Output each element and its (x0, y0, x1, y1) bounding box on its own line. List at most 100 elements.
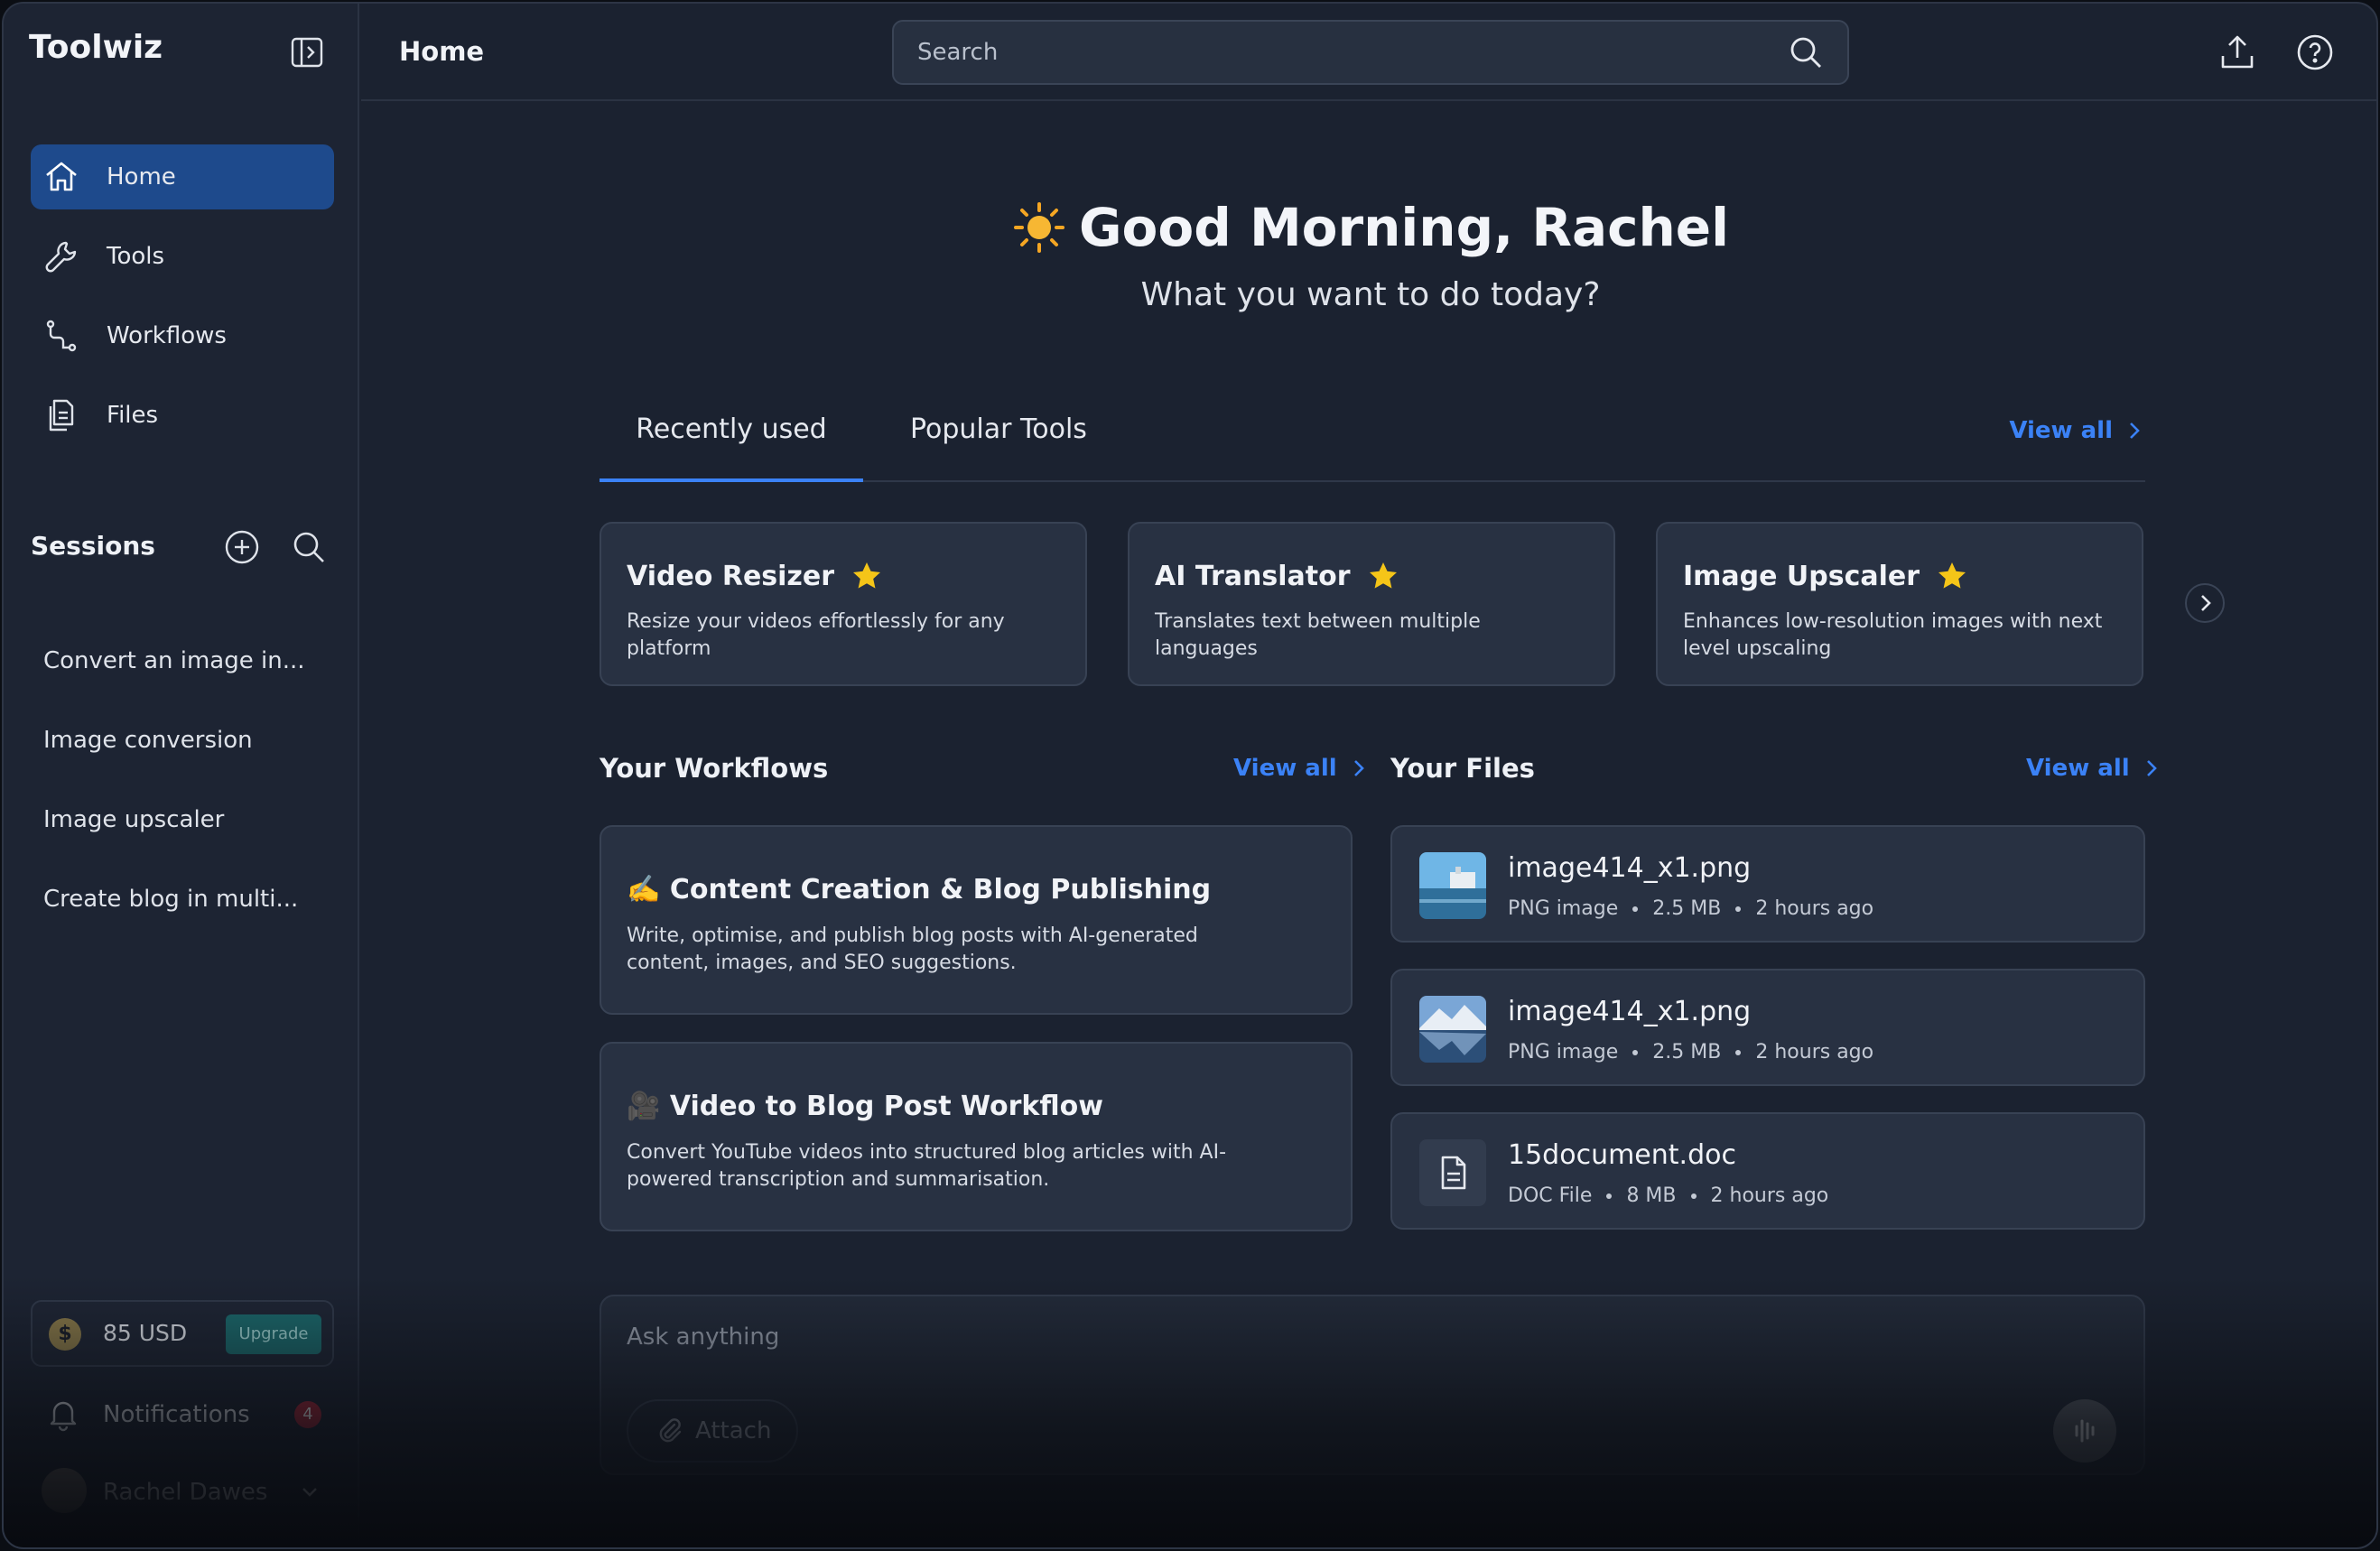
image-thumbnail (1419, 852, 1486, 919)
notification-count-badge: 4 (294, 1401, 321, 1428)
star-icon[interactable] (1367, 560, 1399, 592)
file-size: 2.5 MB (1652, 897, 1722, 920)
file-time: 2 hours ago (1710, 1184, 1829, 1207)
tool-title: Video Resizer (627, 560, 835, 592)
workflow-card[interactable]: ✍️ Content Creation & Blog Publishing Wr… (600, 825, 1353, 1015)
star-icon[interactable] (851, 560, 883, 592)
file-time: 2 hours ago (1755, 897, 1874, 920)
tool-title: AI Translator (1155, 560, 1351, 592)
page-title: Home (399, 36, 485, 67)
file-size: 2.5 MB (1652, 1041, 1722, 1063)
chevron-right-icon (1348, 757, 1370, 779)
tool-card[interactable]: AI Translator Translates text between mu… (1128, 522, 1615, 686)
workflows-view-all-link[interactable]: View all (1233, 755, 1370, 782)
greeting-subtitle: What you want to do today? (1140, 276, 1601, 313)
upgrade-button[interactable]: Upgrade (226, 1314, 321, 1354)
view-all-label: View all (2026, 755, 2130, 782)
session-item[interactable]: Convert an image in... (31, 621, 334, 701)
nav-label: Home (107, 163, 176, 190)
nav-label: Files (107, 402, 159, 429)
search-input[interactable] (894, 22, 1761, 83)
help-icon[interactable] (2295, 33, 2335, 72)
user-menu[interactable]: Rachel Dawes (31, 1468, 334, 1518)
file-card[interactable]: 15document.doc DOC File 8 MB 2 hours ago (1390, 1112, 2145, 1230)
nav-label: Workflows (107, 322, 227, 349)
upload-icon[interactable] (2217, 33, 2257, 72)
file-card[interactable]: image414_x1.png PNG image 2.5 MB 2 hours… (1390, 825, 2145, 943)
workflow-icon (43, 318, 79, 354)
session-list: Convert an image in... Image conversion … (31, 621, 334, 939)
attach-button[interactable]: Attach (627, 1399, 798, 1463)
chevron-right-icon (2124, 420, 2145, 441)
waveform-icon (2075, 1419, 2095, 1443)
voice-input-button[interactable] (2053, 1399, 2116, 1463)
tool-card[interactable]: Video Resizer Resize your videos effortl… (600, 522, 1087, 686)
brand-logo: Toolwiz (29, 29, 163, 66)
user-name: Rachel Dawes (103, 1479, 268, 1506)
workflow-card[interactable]: 🎥 Video to Blog Post Workflow Convert Yo… (600, 1042, 1353, 1231)
carousel-next-button[interactable] (2185, 583, 2225, 623)
tool-tabs: Recently used Popular Tools View all (600, 401, 2145, 482)
files-view-all-link[interactable]: View all (2026, 755, 2162, 782)
app-window: Toolwiz Home Tools Workflows Files Sessi… (2, 2, 2378, 1549)
avatar (42, 1468, 87, 1513)
session-item[interactable]: Create blog in multi... (31, 859, 334, 939)
file-size: 8 MB (1626, 1184, 1677, 1207)
chevron-right-icon (2141, 757, 2162, 779)
writing-hand-icon: ✍️ (627, 874, 661, 906)
notifications-label: Notifications (103, 1401, 250, 1428)
notifications-item[interactable]: Notifications 4 (31, 1394, 334, 1434)
file-name: image414_x1.png (1508, 852, 1752, 884)
tool-description: Translates text between multiple languag… (1155, 610, 1481, 660)
session-item[interactable]: Image upscaler (31, 780, 334, 859)
tools-view-all-link[interactable]: View all (2009, 417, 2145, 444)
workflow-title: Video to Blog Post Workflow (669, 1091, 1103, 1122)
ask-input[interactable] (601, 1314, 1865, 1360)
file-name: image414_x1.png (1508, 996, 1752, 1027)
workflow-description: Convert YouTube videos into structured b… (627, 1141, 1227, 1191)
nav-item-workflows[interactable]: Workflows (31, 303, 334, 368)
dollar-icon: $ (49, 1318, 81, 1351)
tool-title: Image Upscaler (1683, 560, 1920, 592)
home-icon (43, 159, 79, 195)
credit-balance: $ 85 USD Upgrade (31, 1300, 334, 1367)
nav-item-tools[interactable]: Tools (31, 224, 334, 289)
credit-amount: 85 USD (103, 1320, 188, 1346)
chevron-down-icon (298, 1481, 321, 1504)
search-bar (892, 20, 1849, 85)
tool-description: Enhances low-resolution images with next… (1683, 610, 2103, 660)
workflow-description: Write, optimise, and publish blog posts … (627, 924, 1198, 974)
session-item[interactable]: Image conversion (31, 701, 334, 780)
tool-card[interactable]: Image Upscaler Enhances low-resolution i… (1656, 522, 2143, 686)
file-name: 15document.doc (1508, 1139, 1736, 1171)
file-type: PNG image (1508, 897, 1619, 920)
sun-icon (1012, 200, 1066, 255)
sidebar-toggle-icon[interactable] (289, 34, 325, 70)
files-section-title: Your Files (1390, 753, 1535, 784)
search-sessions-icon[interactable] (291, 529, 327, 565)
top-bar: Home (361, 4, 2376, 101)
paperclip-icon (655, 1416, 684, 1445)
file-meta: DOC File 8 MB 2 hours ago (1508, 1184, 1828, 1207)
file-time: 2 hours ago (1755, 1041, 1874, 1063)
star-icon[interactable] (1936, 560, 1968, 592)
tool-description: Resize your videos effortlessly for any … (627, 610, 1005, 660)
attach-label: Attach (695, 1417, 772, 1444)
chevron-right-icon (2201, 595, 2211, 611)
workflows-section-title: Your Workflows (600, 753, 829, 784)
file-card[interactable]: image414_x1.png PNG image 2.5 MB 2 hours… (1390, 969, 2145, 1086)
add-session-icon[interactable] (224, 529, 260, 565)
image-thumbnail (1419, 996, 1486, 1063)
search-icon[interactable] (1788, 34, 1824, 70)
workflow-title: Content Creation & Blog Publishing (669, 874, 1212, 906)
greeting-title: Good Morning, Rachel (1078, 197, 1730, 258)
sessions-header: Sessions (31, 529, 334, 565)
bell-icon (45, 1396, 81, 1432)
wrench-icon (43, 238, 79, 274)
video-camera-icon: 🎥 (627, 1091, 661, 1122)
tab-recently-used[interactable]: Recently used (600, 413, 863, 482)
tab-popular-tools[interactable]: Popular Tools (910, 413, 1087, 482)
nav-item-home[interactable]: Home (31, 144, 334, 209)
view-all-label: View all (1233, 755, 1337, 782)
nav-item-files[interactable]: Files (31, 383, 334, 448)
